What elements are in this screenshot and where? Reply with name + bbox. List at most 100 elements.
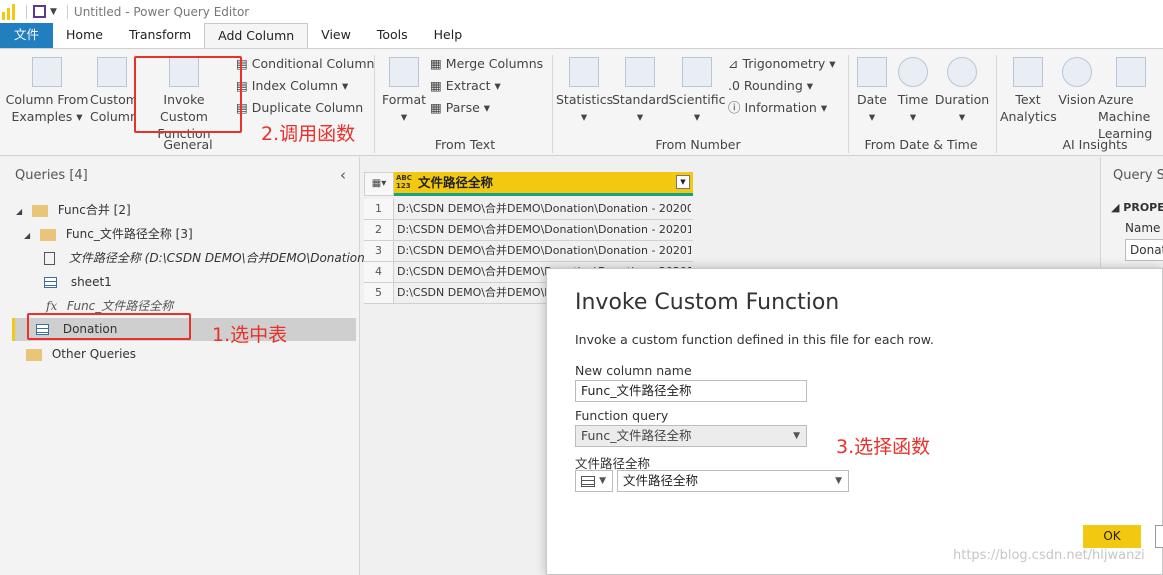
merge-columns-button[interactable]: ▦ Merge Columns — [430, 53, 543, 75]
information-button[interactable]: ⓘ Information ▾ — [728, 97, 827, 119]
scientific-button[interactable]: Scientific ▾ — [668, 57, 726, 125]
table-icon — [44, 277, 57, 288]
custom-column-button[interactable]: Custom Column — [90, 57, 134, 125]
tab-view[interactable]: View — [308, 23, 364, 48]
format-abc-icon — [389, 57, 419, 87]
table-row[interactable]: 2 D:\CSDN DEMO\合并DEMO\Donation\Donation -… — [364, 220, 693, 241]
parameter-icon — [44, 252, 55, 265]
eye-icon — [1062, 57, 1092, 87]
standard-button[interactable]: Standard ▾ — [612, 57, 669, 125]
watermark: https://blog.csdn.net/hljwanzi — [953, 548, 1145, 563]
name-label: Name — [1125, 221, 1161, 235]
expand-triangle-icon: ◢ — [24, 231, 31, 240]
query-item-param[interactable]: 文件路径全称 (D:\CSDN DEMO\合并DEMO\Donation... — [44, 247, 376, 269]
group-ai-insights-label: AI Insights — [1062, 137, 1128, 152]
tab-tools[interactable]: Tools — [364, 23, 421, 48]
table-column-icon — [581, 476, 595, 487]
rounding-button[interactable]: .0 Rounding ▾ — [728, 75, 813, 97]
vision-button[interactable]: Vision — [1056, 57, 1098, 108]
table-row[interactable]: 3 D:\CSDN DEMO\合并DEMO\Donation\Donation -… — [364, 241, 693, 262]
new-column-name-label: New column name — [575, 363, 692, 378]
tab-file[interactable]: 文件 — [0, 23, 54, 48]
function-fx-icon: fx — [46, 299, 58, 313]
annotation-box-invoke — [134, 56, 242, 133]
queries-panel: Queries [4] ‹ ◢ Func合并 [2] ◢ Func_文件路径全称… — [0, 157, 376, 575]
format-button[interactable]: Format ▾ — [380, 57, 428, 125]
parameter-column-select[interactable]: 文件路径全称 ▼ — [617, 470, 849, 492]
group-from-text-label: From Text — [434, 137, 496, 152]
text-analytics-button[interactable]: Text Analytics — [1000, 57, 1057, 125]
trig-icon: ⊿ — [728, 56, 743, 71]
parameter-type-select[interactable]: ▼ — [575, 470, 613, 492]
window-title: Untitled - Power Query Editor — [73, 4, 250, 19]
query-item-sheet1[interactable]: sheet1 — [44, 271, 112, 293]
annotation-step1: 1.选中表 — [212, 324, 288, 346]
group-general-label: General — [163, 137, 213, 152]
tab-transform[interactable]: Transform — [116, 23, 204, 48]
collapse-panel-icon[interactable]: ‹ — [340, 166, 346, 184]
extract-button[interactable]: ▦ Extract ▾ — [430, 75, 501, 97]
annotation-step2: 2.调用函数 — [261, 123, 356, 145]
table-row[interactable]: 1 D:\CSDN DEMO\合并DEMO\Donation\Donation -… — [364, 199, 693, 220]
parse-button[interactable]: ▦ Parse ▾ — [430, 97, 490, 119]
ok-button[interactable]: OK — [1083, 525, 1141, 548]
column-filter-dropdown-icon[interactable]: ▼ — [676, 175, 690, 189]
custom-column-icon — [97, 57, 127, 87]
folder-icon — [31, 204, 48, 217]
stopwatch-icon — [947, 57, 977, 87]
date-button[interactable]: Date ▾ — [852, 57, 892, 125]
tab-help[interactable]: Help — [421, 23, 476, 48]
query-settings-title: Query Settings — [1113, 168, 1163, 183]
tab-add-column[interactable]: Add Column — [204, 23, 309, 48]
operators-icon — [625, 57, 655, 87]
query-group-func-path[interactable]: ◢ Func_文件路径全称 [3] — [24, 223, 193, 245]
cancel-button[interactable] — [1155, 525, 1163, 548]
function-query-select[interactable]: Func_文件路径全称 ▼ — [575, 425, 807, 447]
annotation-step3: 3.选择函数 — [836, 436, 931, 458]
expand-triangle-icon: ◢ — [16, 207, 23, 216]
query-group-func-merge[interactable]: ◢ Func合并 [2] — [16, 199, 131, 221]
sigma-icon — [569, 57, 599, 87]
table-example-icon — [32, 57, 62, 87]
dialog-description: Invoke a custom function defined in this… — [575, 332, 934, 347]
save-icon[interactable] — [33, 5, 46, 18]
trigonometry-button[interactable]: ⊿ Trigonometry ▾ — [728, 53, 836, 75]
chevron-down-icon: ▼ — [835, 476, 842, 486]
name-input[interactable]: Donation — [1125, 239, 1163, 261]
time-button[interactable]: Time ▾ — [894, 57, 932, 125]
index-column-button[interactable]: ▤ Index Column ▾ — [236, 75, 348, 97]
dialog-title: Invoke Custom Function — [575, 290, 840, 315]
group-from-number-label: From Number — [655, 137, 741, 152]
column-header[interactable]: ABC 123 文件路径全称 ▼ — [394, 172, 693, 196]
exponent-icon — [682, 57, 712, 87]
flask-icon — [1115, 57, 1146, 87]
table-menu-icon[interactable]: ▦▾ — [364, 172, 394, 196]
calendar-icon — [857, 57, 887, 87]
duration-button[interactable]: Duration ▾ — [934, 57, 990, 125]
type-any-icon[interactable]: ABC 123 — [396, 174, 412, 190]
extract-icon: ▦ — [430, 78, 446, 93]
statistics-button[interactable]: Statistics ▾ — [556, 57, 613, 125]
text-lines-icon — [1013, 57, 1043, 87]
ribbon-tabs: 文件 Home Transform Add Column View Tools … — [0, 23, 1163, 48]
merge-icon: ▦ — [430, 56, 446, 71]
queries-header: Queries [4] — [15, 168, 88, 183]
clock-icon — [898, 57, 928, 87]
column-from-examples-button[interactable]: Column From Examples ▾ — [4, 57, 90, 125]
azure-ml-button[interactable]: Azure Machine Learning — [1098, 57, 1163, 142]
duplicate-column-button[interactable]: ▤ Duplicate Column — [236, 97, 363, 119]
properties-section-header[interactable]: ◢ PROPERTIES — [1111, 201, 1163, 214]
function-query-label: Function query — [575, 408, 669, 423]
new-column-name-input[interactable]: Func_文件路径全称 — [575, 380, 807, 402]
tab-home[interactable]: Home — [53, 23, 116, 48]
query-group-other[interactable]: Other Queries — [26, 343, 136, 365]
powerbi-logo-icon — [2, 3, 20, 20]
chevron-down-icon: ▼ — [599, 476, 606, 486]
chevron-down-icon: ▼ — [793, 431, 800, 441]
quick-access-dropdown-icon[interactable]: ▼ — [50, 7, 57, 17]
folder-icon — [26, 348, 42, 361]
parse-icon: ▦ — [430, 100, 446, 115]
conditional-column-button[interactable]: ▤ Conditional Column — [236, 53, 374, 75]
annotation-box-donation — [27, 313, 191, 340]
rounding-icon: .0 — [728, 78, 744, 93]
